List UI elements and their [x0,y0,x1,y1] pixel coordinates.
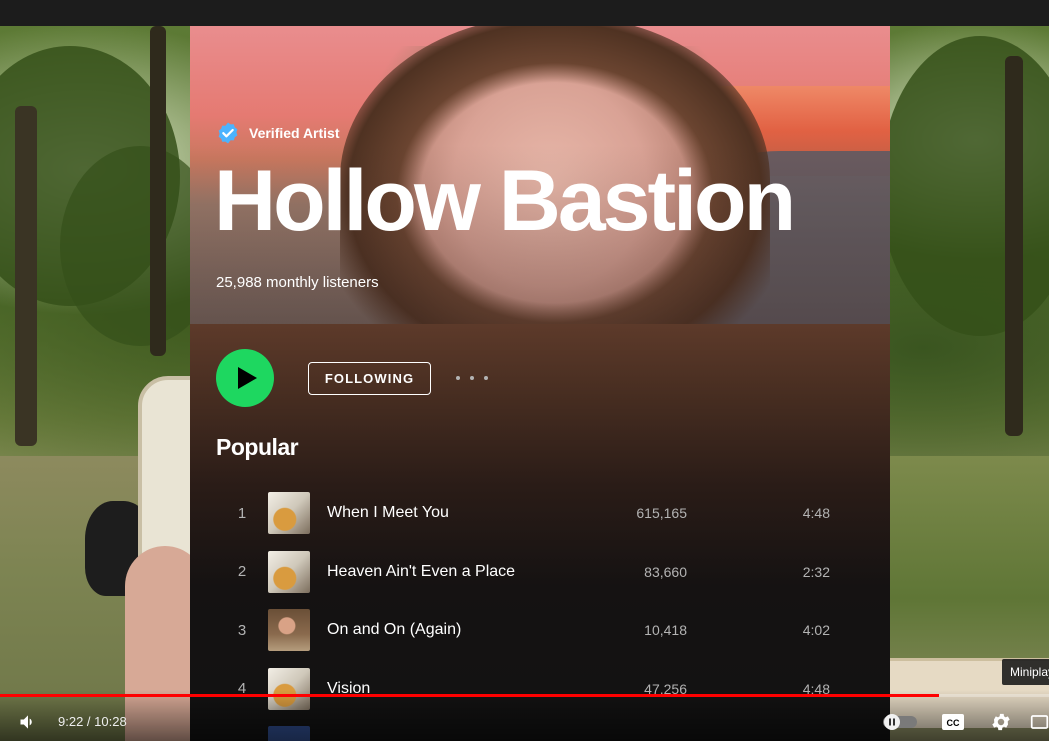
verified-badge: Verified Artist [216,121,340,145]
track-duration: 4:48 [802,505,830,522]
verified-icon [218,122,238,144]
more-options-icon [456,376,460,380]
more-options-icon [470,376,474,380]
volume-button[interactable] [16,710,40,734]
track-cover [268,609,310,652]
popular-heading: Popular [216,434,299,460]
volume-icon [20,715,32,729]
tree-trunk [15,106,37,446]
verified-label: Verified Artist [249,125,340,141]
progress-fill [0,694,939,697]
svg-text:CC: CC [947,718,960,728]
time-readout: 9:22 / 10:28 [58,714,127,729]
basket [138,376,198,566]
track-row[interactable]: 3 On and On (Again) 10,418 4:02 [216,601,850,660]
artist-name: Hollow Bastion [214,153,796,249]
miniplayer-button[interactable] [1030,710,1049,734]
artist-page: Verified Artist Hollow Bastion 25,988 mo… [190,26,890,741]
captions-icon: CC [942,714,964,730]
top-bar [0,0,1049,26]
play-icon [238,367,257,389]
track-cover [268,492,310,535]
track-plays: 83,660 [644,563,687,580]
track-duration: 4:02 [802,622,830,639]
track-title[interactable]: Heaven Ain't Even a Place [327,563,619,581]
track-plays: 615,165 [636,505,687,522]
track-duration: 2:32 [802,563,830,580]
track-cover [268,550,310,593]
more-options-button[interactable] [456,367,488,389]
progress-bar[interactable] [0,694,1049,697]
settings-button[interactable] [988,710,1014,734]
tree-trunk [150,26,166,356]
miniplayer-tooltip: Miniplayer [1002,659,1049,685]
autoplay-toggle[interactable] [882,711,918,733]
track-title[interactable]: When I Meet You [327,504,619,522]
following-button[interactable]: FOLLOWING [308,362,431,395]
monthly-listeners: 25,988 monthly listeners [216,274,379,291]
video-controls: 9:22 / 10:28 CC [0,690,1049,741]
track-number: 3 [237,621,247,639]
track-number: 2 [237,563,247,581]
miniplayer-icon [1030,715,1049,729]
tree-foliage-right [880,36,1049,336]
track-number: 1 [237,504,247,522]
settings-icon [992,713,1010,731]
play-button[interactable] [216,349,274,407]
tree-trunk [1005,56,1023,436]
captions-button[interactable]: CC [940,710,966,734]
track-title[interactable]: On and On (Again) [327,621,619,639]
track-row[interactable]: 1 When I Meet You 615,165 4:48 [216,484,850,543]
more-options-icon [484,376,488,380]
track-plays: 10,418 [644,622,687,639]
autoplay-toggle-icon [883,714,917,730]
track-row[interactable]: 2 Heaven Ain't Even a Place 83,660 2:32 [216,543,850,602]
